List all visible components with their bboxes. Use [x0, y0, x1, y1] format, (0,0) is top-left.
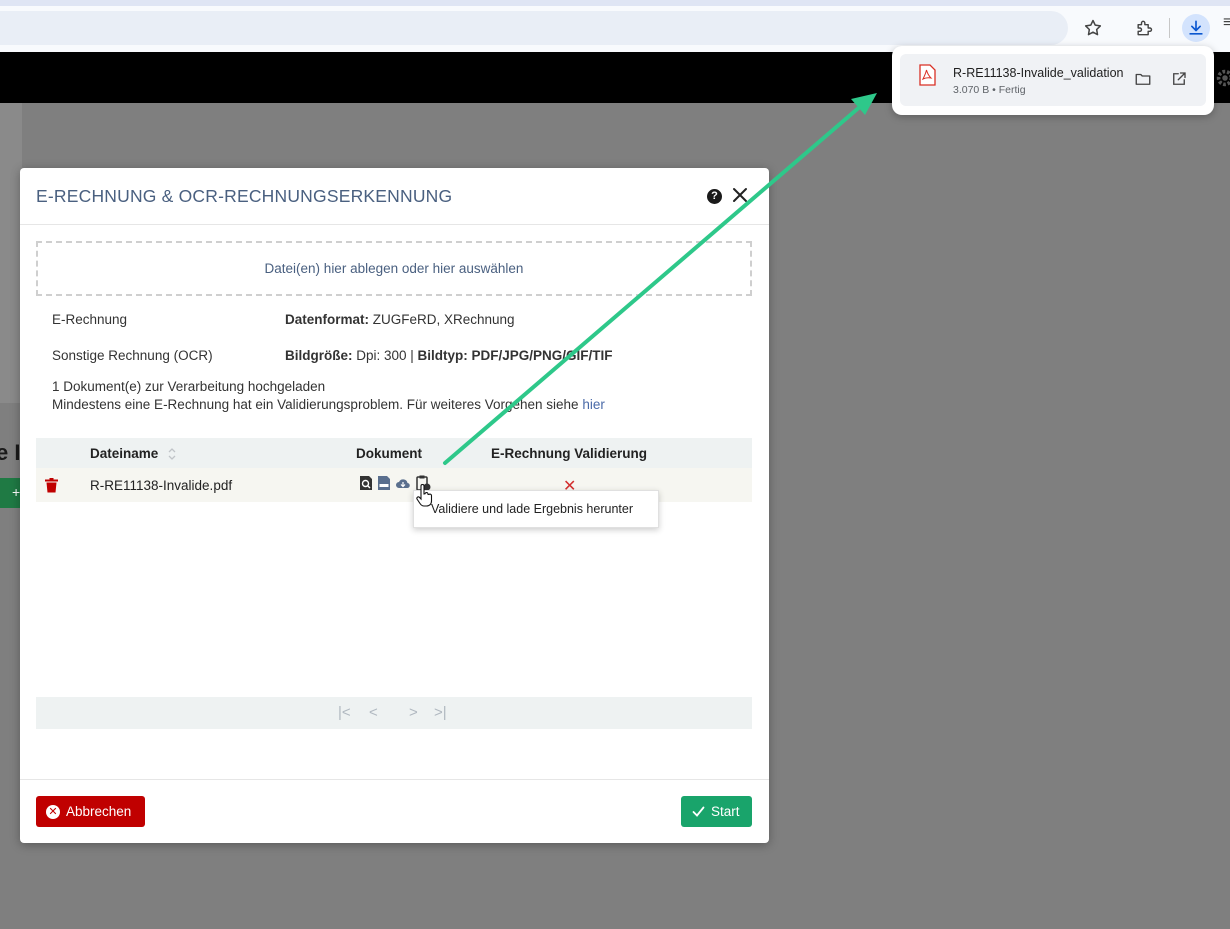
- browser-toolbar: ≡: [0, 0, 1230, 52]
- close-icon[interactable]: [730, 185, 750, 205]
- pager-last-button[interactable]: >|: [434, 704, 447, 721]
- pager-next-button[interactable]: >: [409, 704, 418, 721]
- download-filename: R-RE11138-Invalide_validation: [953, 66, 1123, 80]
- column-header-filename[interactable]: Dateiname: [90, 446, 158, 461]
- trash-icon[interactable]: [45, 478, 58, 493]
- check-icon: [692, 806, 705, 817]
- info-key-bildgroesse: Bildgröße:: [285, 348, 353, 363]
- validation-warning-body: Mindestens eine E-Rechnung hat ein Valid…: [52, 397, 583, 412]
- footer-divider: [20, 779, 769, 780]
- app-page-heading-partial: e I: [0, 440, 21, 465]
- dialog-title: E-RECHNUNG & OCR-RECHNUNGSERKENNUNG: [36, 186, 453, 206]
- column-header-document: Dokument: [356, 446, 423, 461]
- validation-warning-text: Mindestens eine E-Rechnung hat ein Valid…: [52, 396, 605, 414]
- app-background-panel: [0, 103, 22, 403]
- cancel-button-label: Abbrechen: [66, 804, 132, 819]
- folder-icon[interactable]: [1131, 67, 1155, 91]
- tab-strip: [0, 0, 1230, 6]
- download-item[interactable]: R-RE11138-Invalide_validation 3.070 B • …: [900, 54, 1206, 106]
- info-val-datenformat: ZUGFeRD, XRechnung: [369, 312, 515, 327]
- column-header-validation: E-Rechnung Validierung: [491, 446, 648, 461]
- start-button[interactable]: Start: [681, 796, 752, 827]
- pager-first-button[interactable]: |<: [338, 704, 351, 721]
- info-label-erechnung: E-Rechnung: [52, 312, 128, 327]
- info-value-ocr: Bildgröße: Dpi: 300 | Bildtyp: PDF/JPG/P…: [285, 348, 613, 363]
- menu-icon[interactable]: ≡: [1223, 14, 1230, 32]
- app-add-button[interactable]: +: [0, 478, 20, 508]
- cancel-icon: ✕: [46, 804, 60, 819]
- extensions-icon[interactable]: [1130, 14, 1158, 42]
- xml-file-icon[interactable]: [376, 475, 392, 491]
- sort-icon[interactable]: [167, 446, 177, 462]
- info-val-bildgroesse: Dpi: 300 |: [352, 348, 418, 363]
- preview-icon[interactable]: [358, 475, 374, 491]
- download-icon[interactable]: [1182, 14, 1210, 42]
- invoice-upload-dialog: E-RECHNUNG & OCR-RECHNUNGSERKENNUNG ? Da…: [20, 168, 769, 843]
- validation-help-link[interactable]: hier: [582, 397, 605, 412]
- star-icon[interactable]: [1079, 14, 1107, 42]
- info-value-erechnung: Datenformat: ZUGFeRD, XRechnung: [285, 312, 515, 327]
- header-divider: [20, 224, 769, 225]
- info-key-bildtyp: Bildtyp: PDF/JPG/PNG/GIF/TIF: [417, 348, 613, 363]
- upload-count-text: 1 Dokument(e) zur Verarbeitung hochgelad…: [52, 379, 326, 394]
- table-pager: |< < > >|: [36, 697, 752, 729]
- hand-cursor-icon: [416, 484, 433, 507]
- tooltip-validate-download: Validiere und lade Ergebnis herunter: [413, 490, 659, 528]
- gear-icon[interactable]: [1214, 67, 1230, 89]
- cancel-button[interactable]: ✕ Abbrechen: [36, 796, 145, 827]
- address-bar[interactable]: [0, 11, 1068, 45]
- info-key-datenformat: Datenformat:: [285, 312, 370, 327]
- toolbar-separator: [1169, 18, 1170, 38]
- help-icon[interactable]: ?: [707, 189, 722, 204]
- file-dropzone[interactable]: Datei(en) hier ablegen oder hier auswähl…: [36, 241, 752, 296]
- open-external-icon[interactable]: [1167, 67, 1191, 91]
- pager-prev-button[interactable]: <: [369, 704, 378, 721]
- download-popup: R-RE11138-Invalide_validation 3.070 B • …: [892, 46, 1214, 115]
- upload-message: 1 Dokument(e) zur Verarbeitung hochgelad…: [52, 378, 605, 414]
- info-label-ocr: Sonstige Rechnung (OCR): [52, 348, 213, 363]
- row-filename: R-RE11138-Invalide.pdf: [90, 478, 233, 493]
- pdf-file-icon: [919, 64, 936, 86]
- download-status: 3.070 B • Fertig: [953, 84, 1026, 96]
- start-button-label: Start: [711, 804, 740, 819]
- cloud-download-icon[interactable]: [395, 475, 411, 491]
- table-header: Dateiname Dokument E-Rechnung Validierun…: [36, 438, 752, 468]
